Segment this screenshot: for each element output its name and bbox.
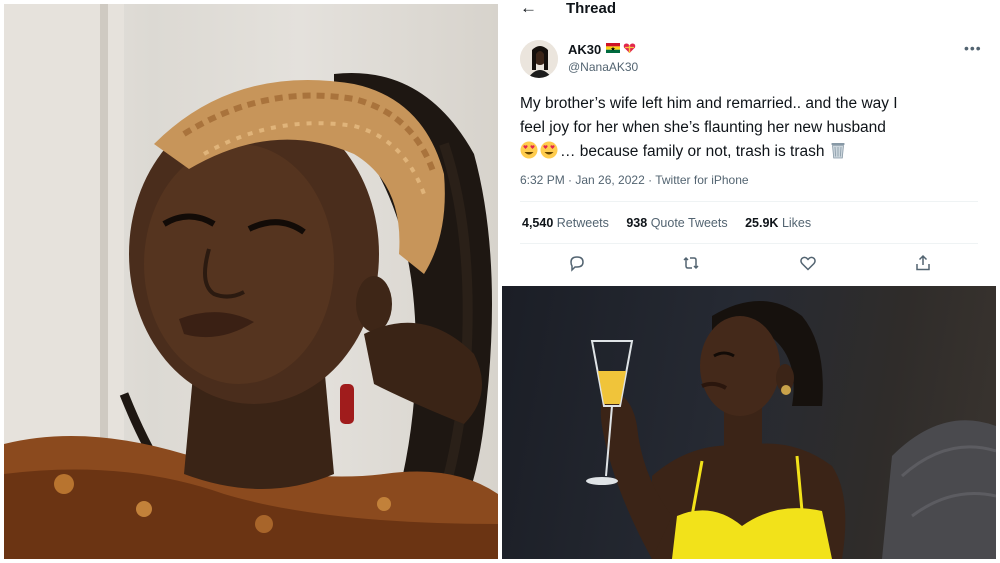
divider: [520, 243, 978, 244]
page-title: Thread: [566, 0, 617, 17]
quotes-count: 938: [626, 216, 648, 230]
likes-count: 25.9K: [745, 216, 779, 230]
quote-tweets-stat[interactable]: 938 Quote Tweets: [626, 216, 727, 230]
author-handle[interactable]: @NanaAK30: [568, 60, 638, 74]
heart-eyes-emoji-icon: [540, 141, 558, 159]
heart-eyes-emoji-icon: [520, 141, 538, 159]
tweet-line-1: My brother’s wife left him and remarried…: [520, 95, 898, 112]
tweet-card: ← Thread AK30 @NanaAK30 ••• My brother’s…: [502, 0, 996, 282]
quotes-label: Quote Tweets: [650, 216, 728, 230]
like-icon[interactable]: [799, 254, 817, 272]
tweet-actions: [502, 254, 996, 276]
retweets-stat[interactable]: 4,540 Retweets: [522, 216, 609, 230]
engagement-stats: 4,540 Retweets 938 Quote Tweets 25.9K Li…: [522, 216, 825, 230]
share-icon[interactable]: [914, 254, 932, 272]
reply-icon[interactable]: [568, 254, 586, 272]
more-options-icon[interactable]: •••: [964, 40, 982, 56]
thread-header: ← Thread: [502, 0, 996, 20]
tweet-timestamp[interactable]: 6:32 PM · Jan 26, 2022 · Twitter for iPh…: [520, 173, 749, 187]
gift-heart-icon: [623, 43, 636, 53]
author-display-name[interactable]: AK30: [568, 42, 601, 57]
tweet-text: My brother’s wife left him and remarried…: [520, 92, 990, 164]
arrow-left-icon[interactable]: ←: [520, 0, 537, 18]
retweets-label: Retweets: [556, 216, 609, 230]
woman-headwrap-photo: [4, 4, 498, 559]
tweet-line-3: … because family or not, trash is trash: [560, 143, 825, 160]
likes-label: Likes: [781, 216, 812, 230]
retweet-icon[interactable]: [682, 254, 700, 272]
retweets-count: 4,540: [522, 216, 554, 230]
wastebasket-emoji-icon: [831, 143, 845, 159]
avatar-image: [520, 40, 558, 78]
ghana-flag-icon: [606, 43, 620, 53]
divider: [520, 201, 978, 202]
tweet-line-3-wrap: … because family or not, trash is trash: [520, 140, 990, 164]
avatar[interactable]: [520, 40, 558, 78]
champagne-illustration: [586, 301, 996, 559]
portrait-illustration: [4, 4, 498, 559]
likes-stat[interactable]: 25.9K Likes: [745, 216, 811, 230]
woman-champagne-photo: [502, 286, 996, 559]
tweet-line-2: feel joy for her when she’s flaunting he…: [520, 119, 886, 136]
